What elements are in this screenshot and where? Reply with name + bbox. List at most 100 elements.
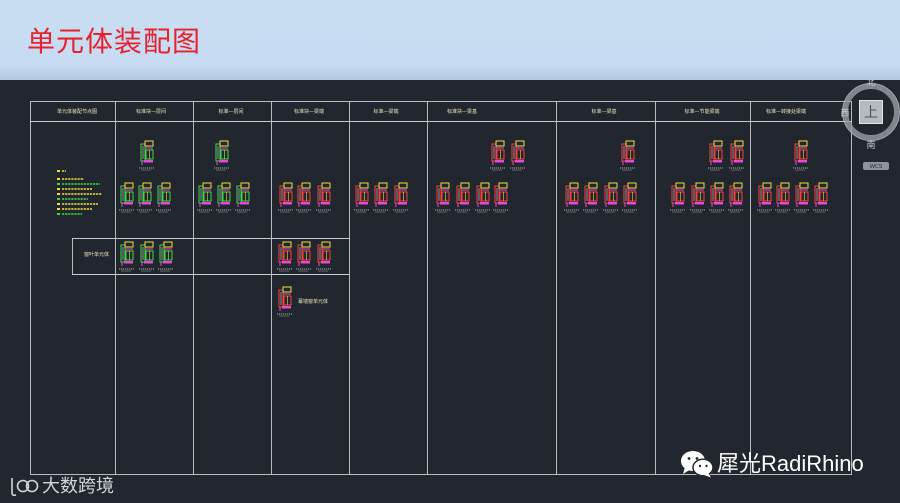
cad-detail-drawing bbox=[235, 182, 250, 213]
cad-detail-drawing bbox=[510, 140, 525, 171]
detail-cap bbox=[144, 140, 154, 147]
cad-detail-drawing bbox=[708, 140, 723, 171]
cad-detail-drawing bbox=[354, 182, 369, 213]
table-outer-border bbox=[30, 101, 852, 475]
column-header: 标准块—层间 bbox=[136, 108, 166, 115]
cad-detail-drawing bbox=[435, 182, 450, 213]
detail-base bbox=[282, 306, 291, 309]
lower-detail-label: 幕墙窗单元体 bbox=[298, 298, 328, 305]
detail-cap bbox=[283, 182, 293, 189]
cad-detail-drawing bbox=[373, 182, 388, 213]
detail-base bbox=[799, 202, 808, 205]
cad-detail-drawing bbox=[729, 140, 744, 171]
cad-detail-drawing bbox=[583, 182, 598, 213]
detail-base bbox=[283, 202, 292, 205]
detail-cap bbox=[714, 182, 724, 189]
wcs-label: WCS bbox=[870, 164, 883, 170]
detail-base bbox=[498, 202, 507, 205]
cad-detail-drawing bbox=[690, 182, 705, 213]
detail-base bbox=[515, 160, 524, 163]
detail-cap bbox=[625, 140, 635, 147]
slide-title: 单元体装配图 bbox=[27, 25, 202, 58]
cad-detail-drawing bbox=[139, 241, 154, 272]
cad-detail-drawing bbox=[564, 182, 579, 213]
cad-detail-drawing bbox=[216, 182, 231, 213]
detail-cap bbox=[398, 182, 408, 189]
cad-detail-drawing bbox=[622, 182, 637, 213]
detail-base bbox=[460, 202, 469, 205]
detail-cap bbox=[799, 182, 809, 189]
view-cube-icon[interactable]: 上 北 西 南 WCS bbox=[840, 80, 900, 170]
cad-detail-drawing bbox=[158, 241, 173, 272]
node-legend bbox=[57, 170, 102, 215]
detail-cap bbox=[301, 182, 311, 189]
cad-detail-drawing bbox=[794, 182, 809, 213]
detail-base bbox=[734, 160, 743, 163]
legend-marker bbox=[57, 188, 60, 190]
detail-base bbox=[818, 202, 827, 205]
detail-cap bbox=[124, 182, 134, 189]
wechat-icon bbox=[681, 451, 714, 478]
column-header: 标准块—梁基 bbox=[447, 108, 477, 115]
view-cube-north[interactable]: 北 bbox=[866, 80, 875, 88]
brand-logo-icon bbox=[11, 478, 39, 497]
cad-detail-drawing bbox=[490, 140, 505, 171]
detail-base bbox=[695, 202, 704, 205]
column-header: 标准—节能梁端 bbox=[684, 108, 719, 115]
cad-detail-drawing bbox=[119, 241, 134, 272]
view-cube-west[interactable]: 西 bbox=[840, 108, 849, 119]
cad-viewport[interactable]: 单元体装配节点图 标准块—层间 标准—层间 标准块—梁端 标准—梁端 标准块—梁… bbox=[0, 80, 900, 503]
cad-detail-drawing bbox=[296, 241, 311, 272]
detail-cap bbox=[780, 182, 790, 189]
legend-marker bbox=[57, 170, 60, 172]
detail-cap bbox=[163, 241, 173, 248]
detail-cap bbox=[627, 182, 637, 189]
detail-cap bbox=[321, 241, 331, 248]
brand-logo-stroke bbox=[11, 478, 17, 497]
detail-base bbox=[240, 202, 249, 205]
detail-cap bbox=[734, 140, 744, 147]
detail-cap bbox=[219, 140, 229, 147]
detail-cap bbox=[762, 182, 772, 189]
detail-cap bbox=[515, 140, 525, 147]
detail-base bbox=[588, 202, 597, 205]
cad-detail-drawing bbox=[139, 140, 154, 171]
view-cube-south[interactable]: 南 bbox=[866, 139, 875, 151]
cad-detail-drawing bbox=[393, 182, 408, 213]
detail-base bbox=[124, 202, 133, 205]
cad-detail-drawing bbox=[277, 241, 292, 272]
detail-base bbox=[321, 261, 330, 264]
detail-base bbox=[144, 160, 153, 163]
watermark-left-text: 大数跨境 bbox=[42, 476, 114, 497]
cad-detail-drawing bbox=[620, 140, 635, 171]
column-header: 标准块—梁端 bbox=[294, 108, 324, 115]
sub-row-label: 窗叶单元体 bbox=[84, 251, 109, 258]
cad-detail-drawing bbox=[775, 182, 790, 213]
column-header: 标准—梁端 bbox=[373, 108, 398, 115]
detail-cap bbox=[498, 182, 508, 189]
detail-base bbox=[714, 202, 723, 205]
cad-detail-drawing bbox=[813, 182, 828, 213]
detail-base bbox=[124, 261, 133, 264]
detail-cap bbox=[440, 182, 450, 189]
detail-base bbox=[202, 202, 211, 205]
wechat-bubble-small bbox=[692, 458, 714, 477]
detail-cap bbox=[221, 182, 231, 189]
detail-cap bbox=[675, 182, 685, 189]
wcs-button[interactable]: WCS bbox=[863, 162, 889, 170]
detail-base bbox=[495, 160, 504, 163]
detail-cap bbox=[695, 182, 705, 189]
detail-base bbox=[733, 202, 742, 205]
legend-marker bbox=[57, 193, 60, 195]
detail-cap bbox=[733, 182, 743, 189]
cad-detail-drawing bbox=[475, 182, 490, 213]
detail-cap bbox=[240, 182, 250, 189]
cad-detail-drawing bbox=[603, 182, 618, 213]
wechat-eye bbox=[698, 464, 702, 468]
detail-cap bbox=[495, 140, 505, 147]
detail-drawings bbox=[119, 140, 828, 317]
detail-cap bbox=[359, 182, 369, 189]
column-header: 标准—转接处梁端 bbox=[766, 108, 806, 115]
detail-cap bbox=[608, 182, 618, 189]
slide: 单元体装配图 单元体装配节点图 标准块—层间 标准—层间 标准块—梁端 标准—梁… bbox=[0, 0, 900, 503]
